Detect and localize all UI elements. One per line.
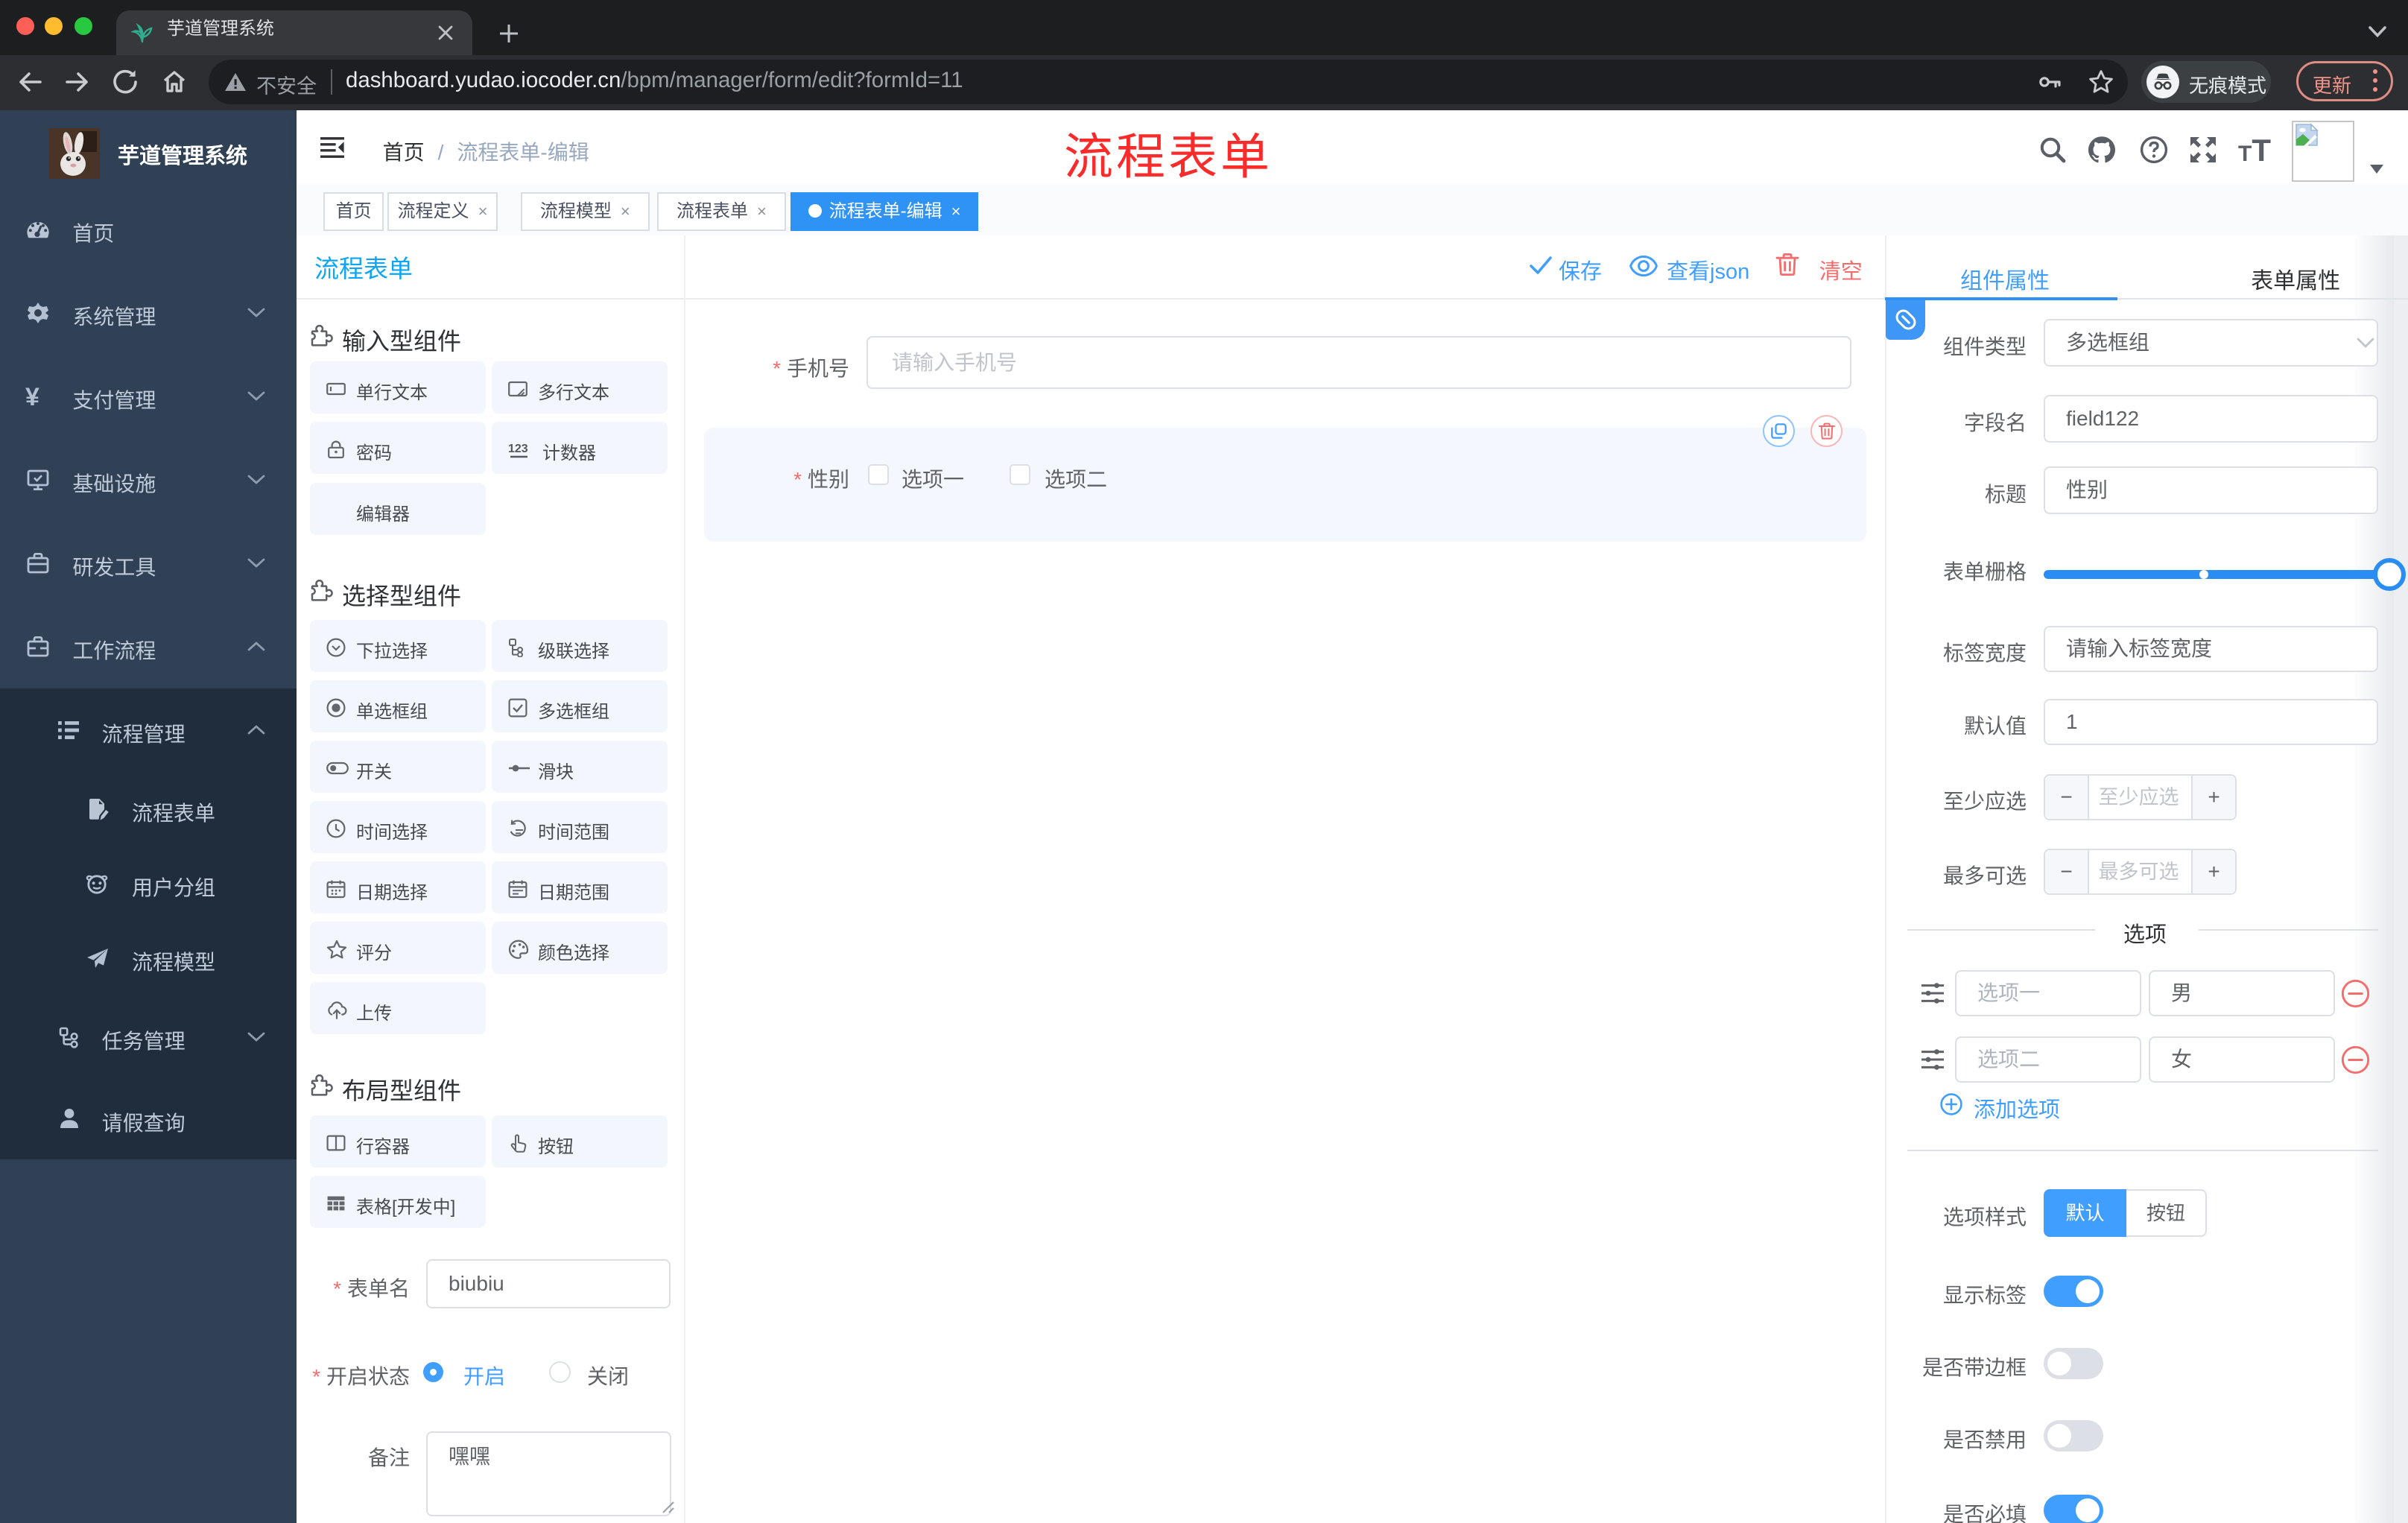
svg-text:123: 123 (508, 443, 528, 455)
